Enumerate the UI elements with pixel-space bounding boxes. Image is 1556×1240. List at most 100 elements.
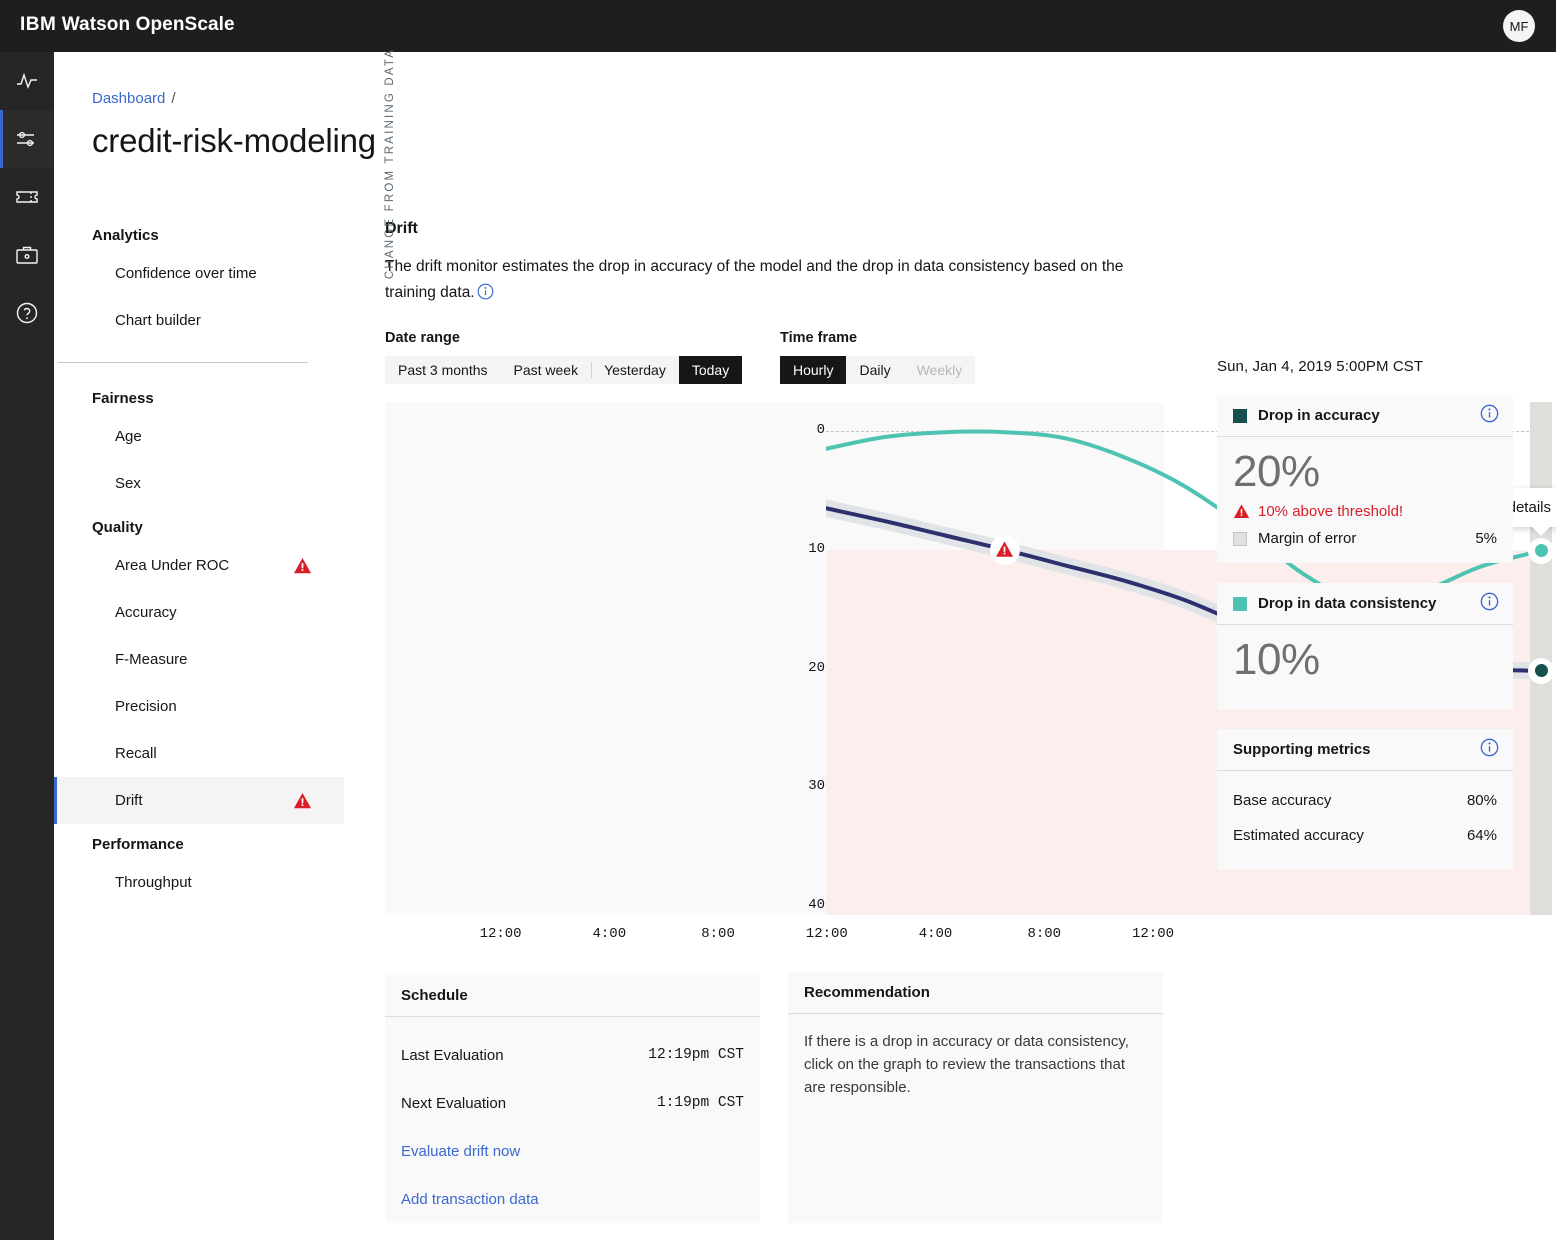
- segment-hourly[interactable]: Hourly: [780, 356, 847, 384]
- chart-x-tick: 12:00: [1132, 926, 1175, 942]
- chart-y-tick: 0: [816, 422, 825, 438]
- nav-divider: [58, 362, 308, 363]
- schedule-row: Last Evaluation 12:19pm CST: [401, 1031, 744, 1079]
- nav-group-heading: Quality: [92, 518, 143, 536]
- date-range-control: Date range Past 3 months Past week Yesterd…: [385, 330, 743, 384]
- sidebar-item-age[interactable]: Age: [54, 413, 344, 460]
- metrics-panel: Sun, Jan 4, 2019 5:00PM CST Drop in accu…: [1217, 358, 1513, 870]
- card-body: If there is a drop in accuracy or data c…: [788, 1014, 1163, 1113]
- icon-rail: [0, 52, 54, 1240]
- activity-icon: [14, 68, 40, 94]
- sidebar-item-throughput[interactable]: Throughput: [54, 859, 344, 906]
- segment-past-3-months[interactable]: Past 3 months: [385, 356, 501, 384]
- sidebar-item-label: Confidence over time: [115, 265, 257, 282]
- warning-triangle-icon: [293, 792, 312, 808]
- sidebar-item-accuracy[interactable]: Accuracy: [54, 589, 344, 636]
- sidebar-item-label: Sex: [115, 475, 141, 492]
- warning-triangle-icon: [996, 541, 1014, 557]
- card-title: Recommendation: [788, 972, 1163, 1014]
- chart-x-tick: 4:00: [592, 926, 627, 942]
- sidebar-item-label: Area Under ROC: [115, 557, 230, 574]
- drift-section-header: Drift The drift monitor estimates the dr…: [385, 220, 1175, 309]
- supporting-metric-label: Estimated accuracy: [1233, 827, 1364, 845]
- sliders-icon: [14, 126, 40, 152]
- card-title: Drop in data consistency: [1258, 595, 1437, 613]
- chart-x-tick: 12:00: [805, 926, 848, 942]
- supporting-metric-value: 80%: [1466, 792, 1497, 810]
- help-icon: [14, 300, 40, 326]
- chart-y-axis-label: CHANGE FROM TRAINING DATA: [384, 47, 396, 280]
- endpoint-marker-accuracy[interactable]: [1528, 657, 1554, 684]
- sidebar-item-sex[interactable]: Sex: [54, 460, 344, 507]
- time-frame-segmented: Hourly Daily Weekly: [780, 356, 976, 384]
- breadcrumb: Dashboard /: [92, 90, 176, 107]
- card-drop-in-accuracy: Drop in accuracy 20% 10% above threshold…: [1217, 395, 1513, 564]
- threshold-alert-text: 10% above threshold!: [1258, 503, 1404, 521]
- sidebar-item-confidence-over-time[interactable]: Confidence over time: [54, 250, 344, 297]
- breadcrumb-separator: /: [171, 90, 176, 107]
- chart-x-tick: 12:00: [479, 926, 522, 942]
- chart-y-tick: 20: [808, 659, 825, 676]
- segment-daily[interactable]: Daily: [846, 356, 903, 384]
- supporting-metric-value: 64%: [1466, 827, 1497, 845]
- rail-item-business[interactable]: [0, 226, 54, 284]
- chart-alert-marker[interactable]: [989, 534, 1020, 565]
- schedule-label: Next Evaluation: [401, 1094, 507, 1112]
- legend-swatch-data-consistency: [1233, 596, 1247, 611]
- chart-y-tick: 30: [808, 778, 825, 795]
- card-header: Supporting metrics: [1217, 729, 1513, 772]
- briefcase-icon: [14, 242, 40, 268]
- sidebar-item-label: Accuracy: [115, 604, 177, 621]
- sidebar-item-f-measure[interactable]: F-Measure: [54, 636, 344, 683]
- sidebar-item-precision[interactable]: Precision: [54, 683, 344, 730]
- ibm-logo-text: IBM: [20, 14, 57, 35]
- card-header: Drop in data consistency: [1217, 583, 1513, 626]
- chart-x-tick: 8:00: [1027, 926, 1062, 942]
- schedule-link-add-transaction-data[interactable]: Add transaction data: [401, 1175, 744, 1223]
- rail-item-analytics[interactable]: [0, 52, 54, 110]
- schedule-row: Next Evaluation 1:19pm CST: [401, 1079, 744, 1127]
- margin-of-error-label: Margin of error: [1258, 530, 1357, 548]
- sidebar-item-drift[interactable]: Drift: [54, 777, 344, 824]
- alert-warning-icon: [293, 791, 312, 810]
- info-icon[interactable]: [477, 283, 494, 309]
- schedule-value: 12:19pm CST: [648, 1047, 744, 1063]
- card-supporting-metrics: Supporting metrics Base accuracy 80% Estim…: [1217, 729, 1513, 870]
- chart-x-tick: 8:00: [701, 926, 735, 942]
- time-frame-label: Time frame: [780, 330, 858, 346]
- supporting-metric-label: Base accuracy: [1233, 792, 1332, 810]
- breadcrumb-link-dashboard[interactable]: Dashboard: [92, 90, 165, 107]
- info-icon[interactable]: [1480, 592, 1499, 616]
- rail-item-configure[interactable]: [0, 110, 54, 168]
- section-title: Drift: [385, 220, 418, 237]
- sidebar-item-label: Chart builder: [115, 312, 201, 329]
- rail-item-tickets[interactable]: [0, 168, 54, 226]
- schedule-link-evaluate-drift-now[interactable]: Evaluate drift now: [401, 1127, 744, 1175]
- product-name: Watson OpenScale: [61, 14, 235, 35]
- card-body: 10%: [1217, 625, 1513, 709]
- sidebar-item-area-under-roc[interactable]: Area Under ROC: [54, 542, 344, 589]
- sidebar-item-label: F-Measure: [115, 651, 188, 668]
- nav-group-heading: Analytics: [92, 226, 159, 244]
- avatar[interactable]: MF: [1503, 10, 1535, 42]
- legend-swatch-margin-of-error: [1233, 531, 1247, 546]
- endpoint-marker-data-consistency[interactable]: [1528, 537, 1554, 564]
- segment-past-week[interactable]: Past week: [501, 356, 592, 384]
- sidebar-item-recall[interactable]: Recall: [54, 730, 344, 777]
- schedule-value: 1:19pm CST: [656, 1095, 744, 1111]
- date-range-label: Date range: [385, 330, 460, 346]
- threshold-alert: 10% above threshold!: [1233, 503, 1497, 520]
- info-icon[interactable]: [1480, 404, 1499, 428]
- card-body: Base accuracy 80% Estimated accuracy 64%: [1217, 771, 1513, 869]
- info-icon[interactable]: [1480, 738, 1499, 762]
- card-body: 20% 10% above threshold! Margin of error…: [1217, 437, 1513, 563]
- metric-value-data-consistency: 10%: [1233, 635, 1320, 685]
- card-title: Drop in accuracy: [1258, 407, 1380, 424]
- drift-chart[interactable]: CHANGE FROM TRAINING DATA 010203040 Clic…: [384, 48, 1556, 915]
- time-frame-control: Time frame Hourly Daily Weekly: [780, 330, 976, 384]
- card-drop-in-data-consistency: Drop in data consistency 10%: [1217, 583, 1513, 710]
- segment-today[interactable]: Today: [678, 356, 743, 384]
- sidebar-item-chart-builder[interactable]: Chart builder: [54, 297, 344, 344]
- segment-yesterday[interactable]: Yesterday: [591, 356, 679, 384]
- rail-item-help[interactable]: [0, 284, 54, 342]
